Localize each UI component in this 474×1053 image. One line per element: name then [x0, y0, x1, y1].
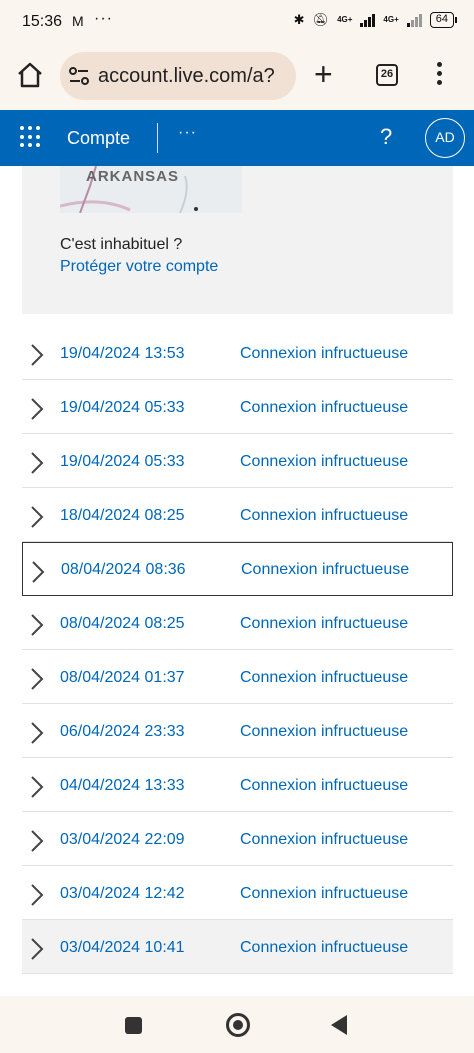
home-icon[interactable] — [16, 61, 44, 89]
bluetooth-icon: ✱ — [293, 12, 305, 27]
activity-status: Connexion infructueuse — [240, 507, 409, 524]
chevron-right-icon — [31, 344, 44, 366]
recents-icon[interactable] — [125, 1017, 142, 1034]
chevron-right-icon — [31, 884, 44, 906]
activity-date: 04/04/2024 13:33 — [60, 777, 185, 794]
chevron-right-icon — [31, 398, 44, 420]
chevron-right-icon — [31, 722, 44, 744]
unusual-question: C'est inhabituel ? — [60, 236, 183, 253]
activity-date: 19/04/2024 05:33 — [60, 453, 185, 470]
main-content: ARKANSAS C'est inhabituel ? Protéger vot… — [0, 166, 474, 996]
activity-row[interactable]: 19/04/2024 05:33 Connexion infructueuse — [22, 380, 453, 434]
activity-detail-card: ARKANSAS C'est inhabituel ? Protéger vot… — [22, 166, 453, 314]
chevron-right-icon — [31, 776, 44, 798]
header-divider — [157, 123, 158, 153]
location-map: ARKANSAS — [60, 166, 242, 213]
activity-row[interactable]: 08/04/2024 01:37 Connexion infructueuse — [22, 650, 453, 704]
activity-row[interactable]: 03/04/2024 10:41 Connexion infructueuse — [22, 920, 453, 974]
battery-icon: 64 — [429, 12, 458, 28]
activity-date: 08/04/2024 08:36 — [61, 561, 186, 578]
status-time: 15:36 — [22, 13, 63, 30]
activity-date: 08/04/2024 08:25 — [60, 615, 185, 632]
activity-date: 06/04/2024 23:33 — [60, 723, 185, 740]
header-more-icon[interactable]: ··· — [178, 124, 197, 142]
activity-row[interactable]: 19/04/2024 13:53 Connexion infructueuse — [22, 326, 453, 380]
activity-row[interactable]: 06/04/2024 23:33 Connexion infructueuse — [22, 704, 453, 758]
back-icon[interactable] — [331, 1015, 347, 1035]
chevron-right-icon — [31, 506, 44, 528]
activity-status: Connexion infructueuse — [240, 777, 409, 794]
chevron-right-icon — [31, 830, 44, 852]
activity-status: Connexion infructueuse — [240, 669, 409, 686]
activity-date: 03/04/2024 12:42 — [60, 885, 185, 902]
site-settings-icon[interactable] — [68, 66, 90, 86]
status-bar: 15:36 M ··· ✱ 🔕︎ 4G+ 4G+ 64 — [0, 0, 474, 44]
network-label: 4G+ — [337, 15, 353, 24]
home-nav-icon[interactable] — [226, 1013, 250, 1037]
address-bar[interactable]: account.live.com/a? — [60, 52, 296, 100]
app-launcher-icon[interactable] — [20, 126, 42, 148]
activity-status: Connexion infructueuse — [240, 831, 409, 848]
activity-status: Connexion infructueuse — [240, 939, 409, 956]
url-text: account.live.com/a? — [98, 65, 275, 87]
activity-row[interactable]: 19/04/2024 05:33 Connexion infructueuse — [22, 434, 453, 488]
signal-icon-2 — [406, 13, 422, 27]
signal-icon — [360, 13, 376, 27]
chevron-right-icon — [31, 614, 44, 636]
tab-switcher-button[interactable]: 26 — [376, 64, 398, 86]
protect-account-link[interactable]: Protéger votre compte — [60, 258, 218, 276]
map-label: ARKANSAS — [86, 168, 180, 185]
activity-date: 03/04/2024 22:09 — [60, 831, 185, 848]
status-icons: ✱ 🔕︎ 4G+ 4G+ 64 — [293, 12, 458, 28]
activity-row[interactable]: 08/04/2024 08:36 Connexion infructueuse — [22, 542, 453, 596]
activity-date: 19/04/2024 05:33 — [60, 399, 185, 416]
activity-status: Connexion infructueuse — [240, 453, 409, 470]
status-more: ··· — [94, 10, 113, 27]
chevron-right-icon — [31, 938, 44, 960]
activity-row[interactable]: 18/04/2024 08:25 Connexion infructueuse — [22, 488, 453, 542]
activity-row[interactable]: 03/04/2024 22:09 Connexion infructueuse — [22, 812, 453, 866]
activity-status: Connexion infructueuse — [241, 561, 410, 578]
app-title[interactable]: Compte — [67, 128, 130, 149]
chevron-right-icon — [31, 452, 44, 474]
activity-status: Connexion infructueuse — [240, 615, 409, 632]
network-label-2: 4G+ — [383, 15, 399, 24]
activity-status: Connexion infructueuse — [240, 723, 409, 740]
browser-toolbar: account.live.com/a? + 26 — [0, 44, 474, 110]
chevron-right-icon — [31, 668, 44, 690]
mute-icon: 🔕︎ — [312, 12, 330, 27]
app-header: Compte ··· ? AD — [0, 110, 474, 166]
activity-row[interactable]: 04/04/2024 13:33 Connexion infructueuse — [22, 758, 453, 812]
activity-status: Connexion infructueuse — [240, 399, 409, 416]
activity-date: 08/04/2024 01:37 — [60, 669, 185, 686]
system-nav-bar — [0, 996, 474, 1053]
activity-date: 03/04/2024 10:41 — [60, 939, 185, 956]
help-icon[interactable]: ? — [380, 124, 392, 150]
new-tab-icon[interactable]: + — [314, 58, 333, 90]
browser-menu-icon[interactable] — [436, 62, 442, 88]
activity-date: 19/04/2024 13:53 — [60, 345, 185, 362]
activity-row[interactable]: 03/04/2024 12:42 Connexion infructueuse — [22, 866, 453, 920]
activity-list: 19/04/2024 13:53 Connexion infructueuse 19… — [22, 326, 453, 974]
activity-date: 18/04/2024 08:25 — [60, 507, 185, 524]
activity-row[interactable]: 08/04/2024 08:25 Connexion infructueuse — [22, 596, 453, 650]
chevron-right-icon — [32, 561, 45, 583]
mail-icon: M — [72, 13, 84, 29]
avatar[interactable]: AD — [425, 118, 465, 158]
activity-status: Connexion infructueuse — [240, 345, 409, 362]
activity-status: Connexion infructueuse — [240, 885, 409, 902]
